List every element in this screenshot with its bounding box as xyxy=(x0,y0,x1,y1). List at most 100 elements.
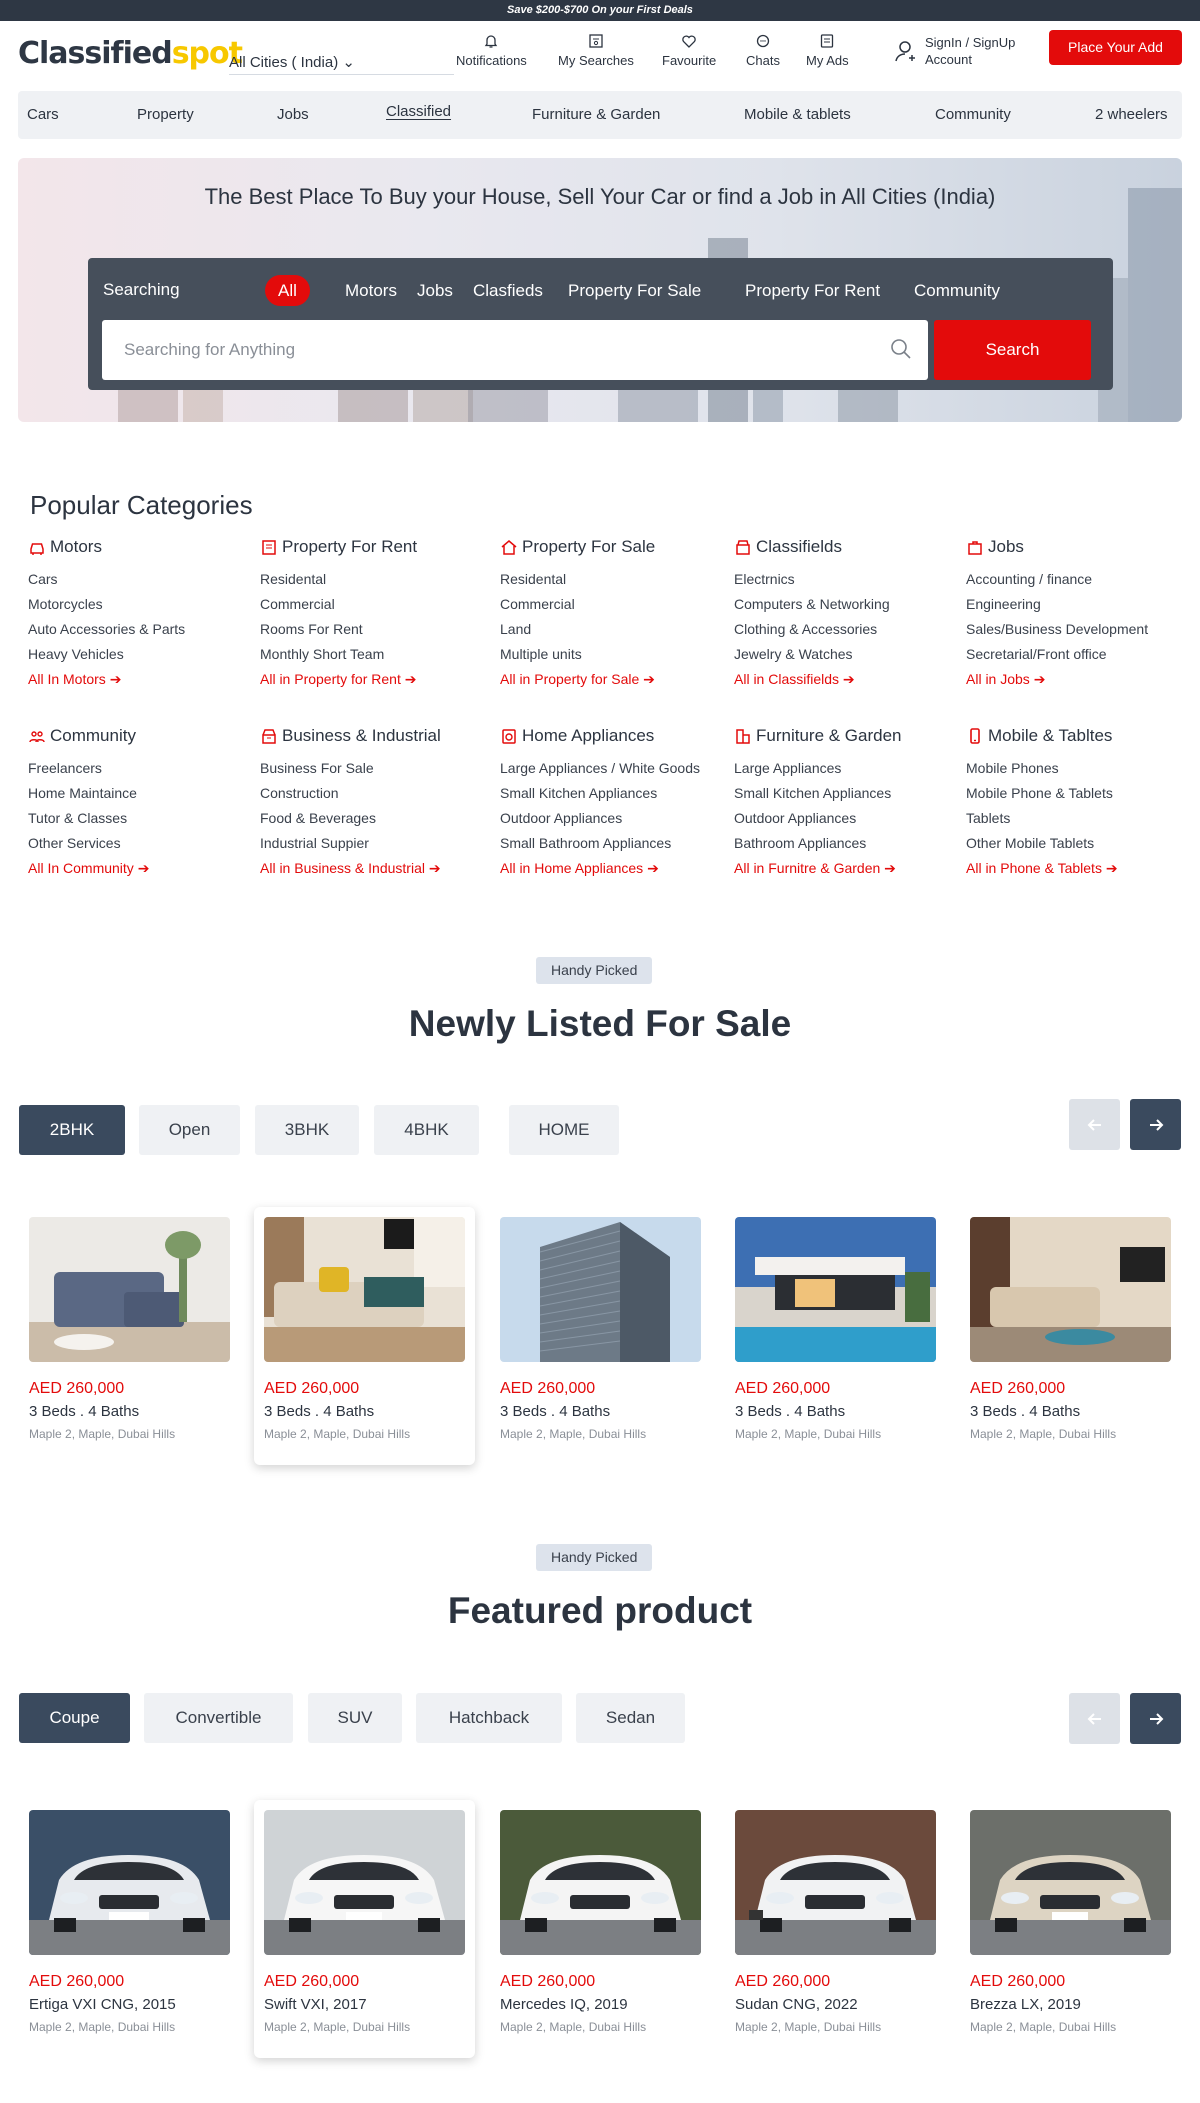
property-card[interactable]: AED 260,000 3 Beds . 4 Baths Maple 2, Mapl… xyxy=(19,1207,240,1465)
featured-prev-button[interactable] xyxy=(1069,1693,1120,1744)
catnav-cars[interactable]: Cars xyxy=(27,91,59,139)
category-link[interactable]: Tablets xyxy=(966,806,1200,831)
category-heading[interactable]: Property For Rent xyxy=(260,535,495,559)
sale-tab-open[interactable]: Open xyxy=(139,1105,240,1155)
catnav-community[interactable]: Community xyxy=(935,91,1011,139)
sale-prev-button[interactable] xyxy=(1069,1099,1120,1150)
category-link[interactable]: Residental xyxy=(500,567,735,592)
category-all-link[interactable]: All in Business & Industrial ➔ xyxy=(260,856,495,881)
car-card-image[interactable] xyxy=(29,1810,230,1955)
category-link[interactable]: Computers & Networking xyxy=(734,592,969,617)
category-link[interactable]: Electrnics xyxy=(734,567,969,592)
property-card[interactable]: AED 260,000 3 Beds . 4 Baths Maple 2, Mapl… xyxy=(960,1207,1181,1465)
featured-tab-hatchback[interactable]: Hatchback xyxy=(416,1693,562,1743)
category-link[interactable]: Small Kitchen Appliances xyxy=(734,781,969,806)
nav-notifications[interactable]: Notifications xyxy=(456,33,527,68)
category-link[interactable]: Food & Beverages xyxy=(260,806,495,831)
car-card[interactable]: AED 260,000 Sudan CNG, 2022 Maple 2, Maple… xyxy=(725,1800,946,2058)
category-heading[interactable]: Motors xyxy=(28,535,263,559)
featured-tab-sedan[interactable]: Sedan xyxy=(576,1693,685,1743)
sale-tab-4bhk[interactable]: 4BHK xyxy=(374,1105,479,1155)
car-card[interactable]: AED 260,000 Brezza LX, 2019 Maple 2, Maple… xyxy=(960,1800,1181,2058)
property-card[interactable]: AED 260,000 3 Beds . 4 Baths Maple 2, Mapl… xyxy=(254,1207,475,1465)
category-link[interactable]: Auto Accessories & Parts xyxy=(28,617,263,642)
category-link[interactable]: Other Services xyxy=(28,831,263,856)
category-link[interactable]: Jewelry & Watches xyxy=(734,642,969,667)
car-card[interactable]: AED 260,000 Mercedes IQ, 2019 Maple 2, Map… xyxy=(490,1800,711,2058)
category-link[interactable]: Monthly Short Team xyxy=(260,642,495,667)
featured-tab-convertible[interactable]: Convertible xyxy=(144,1693,293,1743)
place-ad-button[interactable]: Place Your Add xyxy=(1049,30,1182,65)
category-link[interactable]: Tutor & Classes xyxy=(28,806,263,831)
property-card-image[interactable] xyxy=(970,1217,1171,1362)
search-tab-classifieds[interactable]: Clasfieds xyxy=(460,275,556,306)
category-all-link[interactable]: All in Furnitre & Garden ➔ xyxy=(734,856,969,881)
search-input[interactable]: Searching for Anything xyxy=(102,320,928,380)
property-card-image[interactable] xyxy=(500,1217,701,1362)
category-heading[interactable]: Property For Sale xyxy=(500,535,735,559)
search-tab-jobs[interactable]: Jobs xyxy=(404,275,466,306)
nav-favourite[interactable]: Favourite xyxy=(662,33,716,68)
category-all-link[interactable]: All in Phone & Tablets ➔ xyxy=(966,856,1200,881)
category-heading[interactable]: Home Appliances xyxy=(500,724,735,748)
category-all-link[interactable]: All in Jobs ➔ xyxy=(966,667,1200,692)
sale-tab-home[interactable]: HOME xyxy=(509,1105,619,1155)
catnav-2-wheelers[interactable]: 2 wheelers xyxy=(1095,91,1168,139)
category-link[interactable]: Rooms For Rent xyxy=(260,617,495,642)
category-link[interactable]: Engineering xyxy=(966,592,1200,617)
category-link[interactable]: Accounting / finance xyxy=(966,567,1200,592)
car-card[interactable]: AED 260,000 Ertiga VXI CNG, 2015 Maple 2, … xyxy=(19,1800,240,2058)
property-card-image[interactable] xyxy=(29,1217,230,1362)
site-logo[interactable]: Classifiedspot xyxy=(18,39,243,69)
category-link[interactable]: Large Appliances / White Goods xyxy=(500,756,735,781)
car-card[interactable]: AED 260,000 Swift VXI, 2017 Maple 2, Maple… xyxy=(254,1800,475,2058)
category-link[interactable]: Freelancers xyxy=(28,756,263,781)
car-card-image[interactable] xyxy=(735,1810,936,1955)
category-link[interactable]: Clothing & Accessories xyxy=(734,617,969,642)
category-link[interactable]: Mobile Phones xyxy=(966,756,1200,781)
category-heading[interactable]: Classifields xyxy=(734,535,969,559)
category-link[interactable]: Small Kitchen Appliances xyxy=(500,781,735,806)
account-link[interactable]: SignIn / SignUp Account xyxy=(893,34,1015,68)
category-link[interactable]: Other Mobile Tablets xyxy=(966,831,1200,856)
category-link[interactable]: Residental xyxy=(260,567,495,592)
category-link[interactable]: Outdoor Appliances xyxy=(734,806,969,831)
category-link[interactable]: Industrial Suppier xyxy=(260,831,495,856)
search-button[interactable]: Search xyxy=(934,320,1091,380)
search-icon[interactable] xyxy=(890,338,912,360)
category-all-link[interactable]: All In Community ➔ xyxy=(28,856,263,881)
category-all-link[interactable]: All in Property for Rent ➔ xyxy=(260,667,495,692)
category-link[interactable]: Cars xyxy=(28,567,263,592)
catnav-classified[interactable]: Classified xyxy=(386,91,451,133)
category-all-link[interactable]: All in Home Appliances ➔ xyxy=(500,856,735,881)
search-tab-all[interactable]: All xyxy=(265,275,310,306)
car-card-image[interactable] xyxy=(500,1810,701,1955)
category-link[interactable]: Bathroom Appliances xyxy=(734,831,969,856)
category-all-link[interactable]: All in Property for Sale ➔ xyxy=(500,667,735,692)
category-link[interactable]: Motorcycles xyxy=(28,592,263,617)
search-tab-property-rent[interactable]: Property For Rent xyxy=(732,275,893,306)
category-link[interactable]: Sales/Business Development xyxy=(966,617,1200,642)
search-tab-property-sale[interactable]: Property For Sale xyxy=(555,275,714,306)
category-heading[interactable]: Community xyxy=(28,724,263,748)
sale-tab-3bhk[interactable]: 3BHK xyxy=(255,1105,359,1155)
category-link[interactable]: Home Maintaince xyxy=(28,781,263,806)
search-tab-community[interactable]: Community xyxy=(901,275,1013,306)
nav-my-ads[interactable]: My Ads xyxy=(806,33,849,68)
category-link[interactable]: Multiple units xyxy=(500,642,735,667)
featured-tab-suv[interactable]: SUV xyxy=(308,1693,402,1743)
nav-chats[interactable]: Chats xyxy=(746,33,780,68)
car-card-image[interactable] xyxy=(970,1810,1171,1955)
category-link[interactable]: Mobile Phone & Tablets xyxy=(966,781,1200,806)
category-heading[interactable]: Furniture & Garden xyxy=(734,724,969,748)
category-link[interactable]: Outdoor Appliances xyxy=(500,806,735,831)
category-link[interactable]: Small Bathroom Appliances xyxy=(500,831,735,856)
property-card-image[interactable] xyxy=(264,1217,465,1362)
category-link[interactable]: Heavy Vehicles xyxy=(28,642,263,667)
nav-my-searches[interactable]: My Searches xyxy=(558,33,634,68)
catnav-property[interactable]: Property xyxy=(137,91,194,139)
catnav-furniture-garden[interactable]: Furniture & Garden xyxy=(532,91,660,139)
catnav-mobile-tablets[interactable]: Mobile & tablets xyxy=(744,91,851,139)
category-link[interactable]: Commercial xyxy=(260,592,495,617)
category-heading[interactable]: Mobile & Tabltes xyxy=(966,724,1200,748)
